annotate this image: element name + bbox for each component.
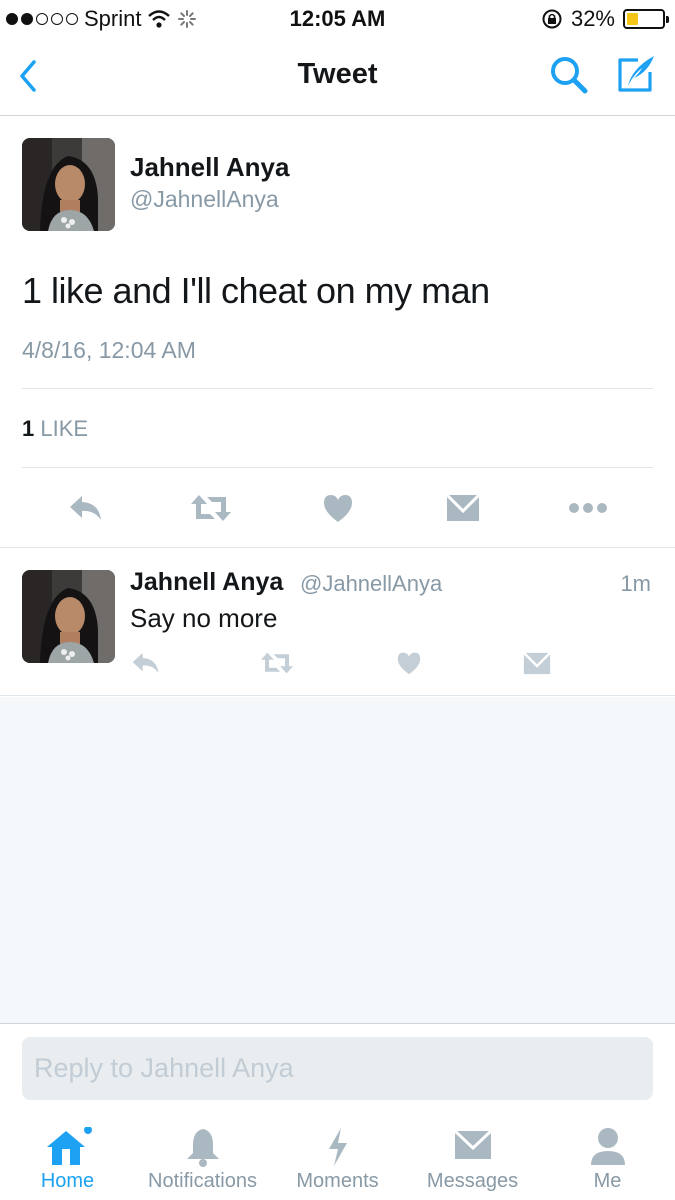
tweet-actions [0,488,675,528]
search-button[interactable] [548,54,590,96]
compose-icon [618,56,654,92]
tab-bar: Home Notifications Moments Messages Me [0,1113,675,1200]
tab-notifications[interactable]: Notifications [135,1113,270,1200]
home-icon [46,1127,92,1165]
tweet-timestamp: 4/8/16, 12:04 AM [22,337,196,363]
tab-label: Me [593,1170,622,1192]
tweet-text: 1 like and I'll cheat on my man [22,270,490,311]
battery-percent: 32% [570,6,615,31]
like-button[interactable] [318,488,358,528]
status-bar: Sprint 12:05 AM 32% [0,0,675,38]
battery-icon [623,9,669,29]
tab-messages[interactable]: Messages [405,1113,540,1200]
retweet-icon [191,495,231,521]
heart-icon [397,652,421,675]
reply-text: Say no more [130,603,278,633]
empty-area [0,697,675,1023]
tab-label: Messages [426,1170,519,1192]
tab-label: Home [40,1170,95,1192]
reply-input[interactable] [22,1037,653,1100]
lightning-icon [328,1128,347,1166]
heart-icon [324,495,352,522]
reply-tweet[interactable]: Jahnell Anya @JahnellAnya 1m Say no more [0,547,675,696]
retweet-button[interactable] [186,488,236,528]
author-handle[interactable]: @JahnellAnya [130,186,279,213]
person-icon [590,1128,625,1165]
envelope-icon [446,494,480,521]
search-icon [551,57,588,94]
like-count[interactable]: 1 LIKE [22,416,88,442]
compose-button[interactable] [612,52,658,98]
retweet-icon [261,652,293,674]
direct-message-button[interactable] [520,648,554,678]
reply-button[interactable] [64,488,108,528]
tab-label: Moments [296,1170,379,1192]
envelope-icon [453,1129,492,1159]
reply-time: 1m [620,571,651,596]
reply-author-handle[interactable]: @JahnellAnya [300,571,442,597]
tab-moments[interactable]: Moments [270,1113,405,1200]
direct-message-button[interactable] [443,488,483,528]
reply-button[interactable] [128,648,164,678]
divider [22,388,653,389]
more-icon [569,503,607,513]
status-right: 32% [541,6,669,32]
author-name[interactable]: Jahnell Anya [130,152,289,183]
reply-icon [70,496,101,520]
envelope-icon [523,651,551,674]
tab-label: Notifications [148,1170,257,1192]
reply-icon [132,653,159,673]
like-count-label: LIKE [40,416,89,441]
tab-me[interactable]: Me [540,1113,675,1200]
rotation-lock-icon [542,9,562,29]
like-button[interactable] [392,648,426,678]
reply-author-name[interactable]: Jahnell Anya [130,568,283,597]
tab-home[interactable]: Home [0,1113,135,1200]
more-options-button[interactable] [566,488,610,528]
bell-icon [186,1129,219,1167]
retweet-button[interactable] [256,648,298,678]
avatar[interactable] [22,138,115,231]
reply-actions [0,648,675,678]
reply-composer-bar [0,1023,675,1113]
divider [22,467,653,468]
nav-bar: Tweet [0,38,675,116]
like-count-number: 1 [22,416,35,441]
